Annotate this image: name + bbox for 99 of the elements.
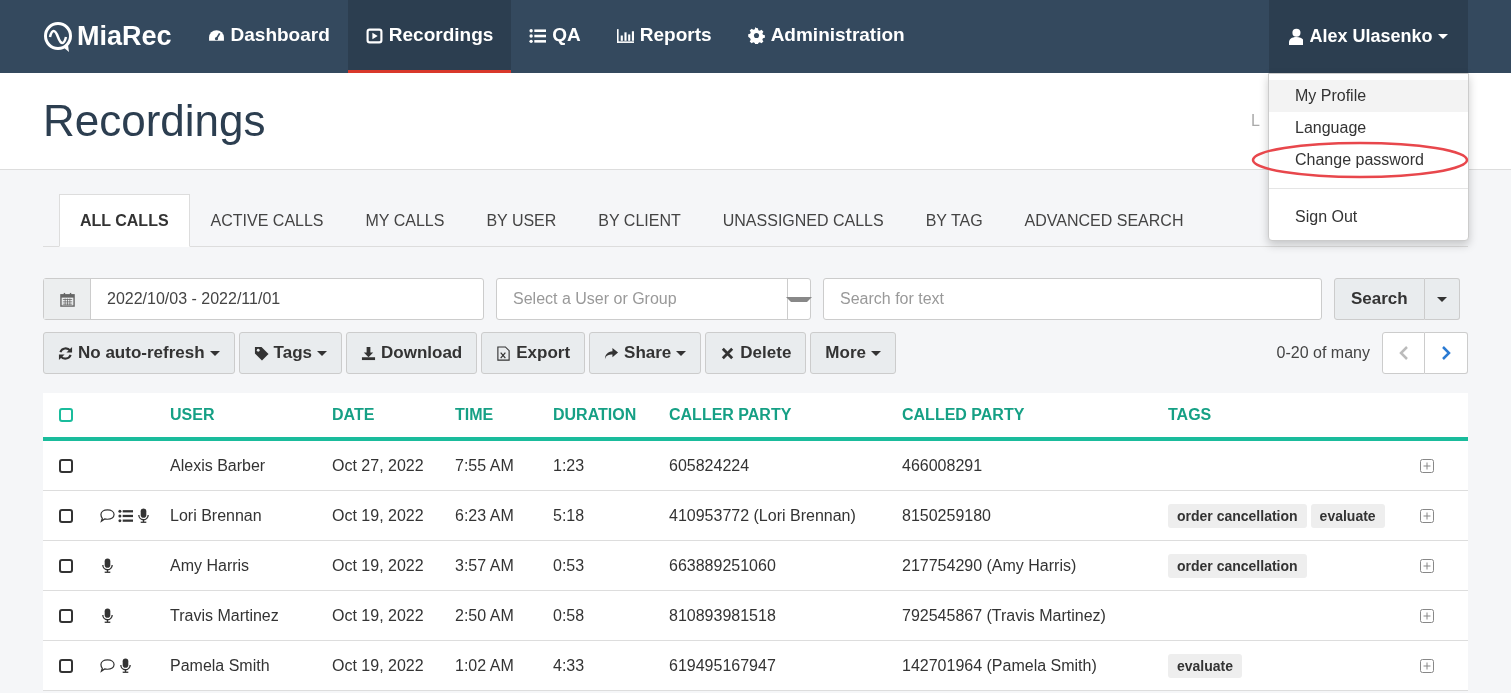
table-cell: 142701964 (Pamela Smith)	[902, 656, 1097, 674]
table-cell: 605824224	[669, 456, 750, 474]
close-icon	[720, 345, 736, 361]
table-cell: Travis Martinez	[170, 606, 279, 624]
table-cell: 792545867 (Travis Martinez)	[902, 606, 1106, 624]
nav-item[interactable]: Reports	[598, 0, 730, 73]
table-cell: Alexis Barber	[170, 456, 266, 474]
toolbar-button[interactable]: No auto-refresh	[43, 332, 235, 374]
table-cell: 1:23	[553, 456, 585, 474]
play-icon	[365, 26, 383, 44]
brand-name[interactable]: MiaRec	[77, 21, 172, 52]
expand-icon[interactable]	[1420, 458, 1434, 473]
nav-item[interactable]: Administration	[729, 0, 923, 73]
table-cell: 6:23 AM	[455, 506, 514, 524]
table-cell: 4:33	[553, 656, 585, 674]
speech-bubble-icon	[100, 658, 115, 673]
spreadsheet-icon	[496, 345, 512, 361]
expand-icon[interactable]	[1420, 558, 1434, 573]
row-checkbox[interactable]	[59, 508, 73, 523]
toolbar-button[interactable]: Download	[346, 332, 478, 374]
table-cell: Pamela Smith	[170, 656, 270, 674]
bar-chart-icon	[616, 26, 634, 44]
search-field[interactable]: Search for text	[823, 278, 1322, 320]
menu-item[interactable]: Language	[1269, 112, 1468, 144]
table-cell: 5:18	[553, 506, 585, 524]
table-cell: 466008291	[902, 456, 983, 474]
page-title: Recordings	[43, 96, 267, 146]
tag-label[interactable]: order cancellation	[1168, 503, 1307, 528]
table-cell: 2:50 AM	[455, 606, 514, 624]
table-cell: Oct 27, 2022	[332, 456, 424, 474]
toolbar-button[interactable]: Export	[481, 332, 586, 374]
tab[interactable]: BY TAG	[904, 194, 1004, 247]
download-icon	[361, 345, 376, 361]
table-cell: 1:02 AM	[455, 656, 514, 674]
row-checkbox[interactable]	[59, 458, 73, 473]
chevron-right-icon	[1441, 346, 1451, 360]
tag-label[interactable]: evaluate	[1168, 653, 1243, 678]
search-button[interactable]: Search	[1334, 278, 1425, 320]
gear-icon	[747, 26, 765, 44]
nav-item[interactable]: QA	[511, 0, 599, 73]
table-cell: 410953772 (Lori Brennan)	[669, 506, 856, 524]
tab[interactable]: ACTIVE CALLS	[189, 194, 345, 247]
logo-icon	[43, 20, 73, 53]
select-all-checkbox[interactable]	[59, 408, 73, 422]
refresh-icon	[58, 345, 73, 361]
nav-item[interactable]: Recordings	[347, 0, 512, 73]
table-cell: Oct 19, 2022	[332, 556, 424, 574]
expand-icon[interactable]	[1420, 658, 1434, 673]
expand-icon[interactable]	[1420, 608, 1434, 623]
table-cell: 217754290 (Amy Harris)	[902, 556, 1077, 574]
table-cell: 3:57 AM	[455, 556, 514, 574]
speech-bubble-icon	[100, 508, 115, 523]
table-cell: 0:53	[553, 556, 585, 574]
toolbar-button[interactable]: Share	[589, 332, 702, 374]
microphone-icon	[100, 558, 115, 573]
table-cell: Lori Brennan	[170, 506, 262, 524]
tab[interactable]: ADVANCED SEARCH	[1003, 194, 1205, 247]
tag-label[interactable]: evaluate	[1310, 503, 1385, 528]
tab[interactable]: BY USER	[465, 194, 578, 247]
table-cell: 8150259180	[902, 506, 991, 524]
table-cell: 0:58	[553, 606, 585, 624]
table-cell: Amy Harris	[170, 556, 250, 574]
table-cell: 619495167947	[669, 656, 776, 674]
microphone-icon	[136, 508, 151, 523]
toolbar-button[interactable]: More	[810, 332, 896, 374]
table-cell: 7:55 AM	[455, 456, 514, 474]
tag-icon	[253, 345, 269, 361]
chevron-left-icon	[1398, 346, 1409, 360]
tab[interactable]: BY CLIENT	[577, 194, 702, 247]
table-cell: Oct 19, 2022	[332, 606, 424, 624]
date-range-field[interactable]: 2022/10/03 - 2022/11/01	[43, 278, 484, 320]
menu-item[interactable]: Sign Out	[1269, 201, 1468, 233]
table-cell: Oct 19, 2022	[332, 656, 424, 674]
nav-item[interactable]: Dashboard	[189, 0, 348, 73]
row-checkbox[interactable]	[59, 658, 73, 673]
calendar-icon	[59, 291, 75, 307]
toolbar-button[interactable]: Delete	[705, 332, 807, 374]
list-icon	[529, 26, 547, 44]
user-menu-button[interactable]: Alex Ulasenko	[1269, 0, 1468, 73]
row-checkbox[interactable]	[59, 608, 73, 623]
share-arrow-icon	[604, 345, 620, 361]
next-page-button[interactable]	[1425, 332, 1468, 374]
microphone-icon	[118, 658, 133, 673]
tag-label[interactable]: order cancellation	[1168, 553, 1307, 578]
tab[interactable]: MY CALLS	[344, 194, 466, 247]
tab[interactable]: UNASSIGNED CALLS	[701, 194, 905, 247]
user-icon	[1288, 28, 1304, 45]
row-checkbox[interactable]	[59, 558, 73, 573]
header-text: L	[1251, 112, 1260, 130]
menu-item[interactable]: My Profile	[1269, 80, 1468, 112]
list-icon	[118, 508, 133, 523]
pagination-range: 0-20 of many	[1276, 344, 1370, 362]
tab[interactable]: ALL CALLS	[59, 194, 190, 247]
toolbar-button[interactable]: Tags	[238, 332, 342, 374]
table-cell: 810893981518	[669, 606, 776, 624]
microphone-icon	[100, 608, 115, 623]
expand-icon[interactable]	[1420, 508, 1434, 523]
table-cell: 663889251060	[669, 556, 776, 574]
table-cell: Oct 19, 2022	[332, 506, 424, 524]
